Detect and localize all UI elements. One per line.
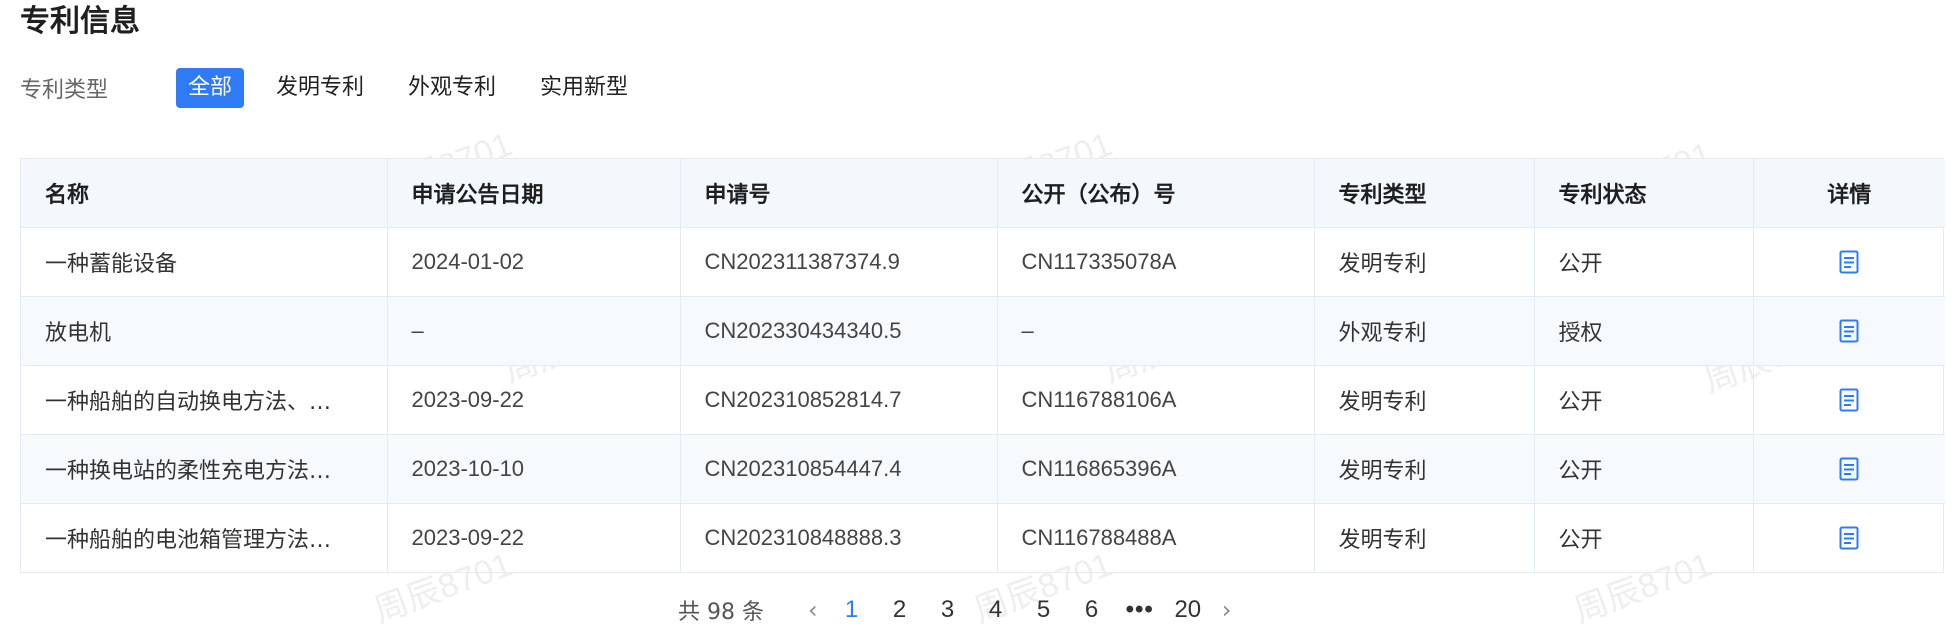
document-icon[interactable] [1839, 457, 1859, 481]
table-row: 一种蓄能设备 2024-01-02 CN202311387374.9 CN117… [21, 227, 1945, 297]
document-icon[interactable] [1839, 388, 1859, 412]
column-header-date: 申请公告日期 [387, 159, 681, 228]
document-icon[interactable] [1839, 250, 1859, 274]
patent-type: 发明专利 [1314, 227, 1535, 297]
patent-table: 名称 申请公告日期 申请号 公开（公布）号 专利类型 专利状态 详情 一种蓄能设… [20, 158, 1945, 573]
page-1[interactable]: 1 [838, 596, 866, 624]
page-2[interactable]: 2 [886, 596, 914, 624]
section-title: 专利信息 [20, 4, 140, 39]
chevron-left-icon[interactable]: ‹ [808, 596, 818, 624]
column-header-publication-number: 公开（公布）号 [997, 159, 1315, 228]
publication-number: CN116788488A [997, 503, 1315, 572]
patent-type: 发明专利 [1314, 503, 1535, 572]
publication-number: CN116788106A [997, 365, 1315, 435]
patent-type: 发明专利 [1314, 434, 1535, 504]
application-number: CN202310852814.7 [680, 365, 998, 435]
patent-status: 公开 [1534, 227, 1754, 297]
patent-status: 公开 [1534, 365, 1754, 435]
patent-type-filter: 专利类型 全部 发明专利 外观专利 实用新型 [20, 66, 660, 110]
more-pages-ellipsis[interactable]: ••• [1126, 596, 1154, 624]
column-header-application-number: 申请号 [680, 159, 998, 228]
publication-number: CN116865396A [997, 434, 1315, 504]
document-icon[interactable] [1839, 319, 1859, 343]
publication-number: CN117335078A [997, 227, 1315, 297]
patent-status: 公开 [1534, 434, 1754, 504]
application-number: CN202310854447.4 [680, 434, 998, 504]
patent-status: 公开 [1534, 503, 1754, 572]
total-count: 共 98 条 [678, 600, 764, 625]
patent-date: 2023-09-22 [387, 503, 681, 572]
column-header-patent-type: 专利类型 [1314, 159, 1535, 228]
detail-cell [1753, 227, 1945, 297]
detail-cell [1753, 296, 1945, 366]
patent-type: 外观专利 [1314, 296, 1535, 366]
table-header-row: 名称 申请公告日期 申请号 公开（公布）号 专利类型 专利状态 详情 [21, 159, 1945, 228]
patent-date: 2023-09-22 [387, 365, 681, 435]
patent-name[interactable]: 一种换电站的柔性充电方法… [21, 434, 388, 504]
page-3[interactable]: 3 [934, 596, 962, 624]
application-number: CN202311387374.9 [680, 227, 998, 297]
patent-status: 授权 [1534, 296, 1754, 366]
table-row: 一种换电站的柔性充电方法… 2023-10-10 CN202310854447.… [21, 434, 1945, 504]
page-last[interactable]: 20 [1174, 596, 1202, 624]
detail-cell [1753, 365, 1945, 435]
filter-option-all[interactable]: 全部 [176, 68, 245, 108]
table-row: 放电机 – CN202330434340.5 – 外观专利 授权 [21, 296, 1945, 366]
filter-option-invention[interactable]: 发明专利 [264, 68, 376, 108]
column-header-name: 名称 [21, 159, 388, 228]
patent-name[interactable]: 一种船舶的自动换电方法、… [21, 365, 388, 435]
patent-name[interactable]: 放电机 [21, 296, 388, 366]
page-4[interactable]: 4 [982, 596, 1010, 624]
page-6[interactable]: 6 [1078, 596, 1106, 624]
chevron-right-icon[interactable]: › [1222, 596, 1232, 624]
patent-name[interactable]: 一种船舶的电池箱管理方法… [21, 503, 388, 572]
filter-option-utility[interactable]: 实用新型 [528, 68, 640, 108]
detail-cell [1753, 503, 1945, 572]
table-row: 一种船舶的电池箱管理方法… 2023-09-22 CN202310848888.… [21, 503, 1945, 572]
publication-number: – [997, 296, 1315, 366]
filter-option-design[interactable]: 外观专利 [396, 68, 508, 108]
pagination: 共 98 条 ‹ 1 2 3 4 5 6 ••• 20 › [678, 588, 1241, 632]
column-header-patent-status: 专利状态 [1534, 159, 1754, 228]
table-row: 一种船舶的自动换电方法、… 2023-09-22 CN202310852814.… [21, 365, 1945, 435]
filter-label: 专利类型 [20, 78, 109, 103]
patent-date: – [387, 296, 681, 366]
page-5[interactable]: 5 [1030, 596, 1058, 624]
patent-date: 2023-10-10 [387, 434, 681, 504]
detail-cell [1753, 434, 1945, 504]
document-icon[interactable] [1839, 526, 1859, 550]
patent-name[interactable]: 一种蓄能设备 [21, 227, 388, 297]
patent-type: 发明专利 [1314, 365, 1535, 435]
application-number: CN202330434340.5 [680, 296, 998, 366]
patent-date: 2024-01-02 [387, 227, 681, 297]
application-number: CN202310848888.3 [680, 503, 998, 572]
column-header-detail: 详情 [1753, 159, 1945, 228]
